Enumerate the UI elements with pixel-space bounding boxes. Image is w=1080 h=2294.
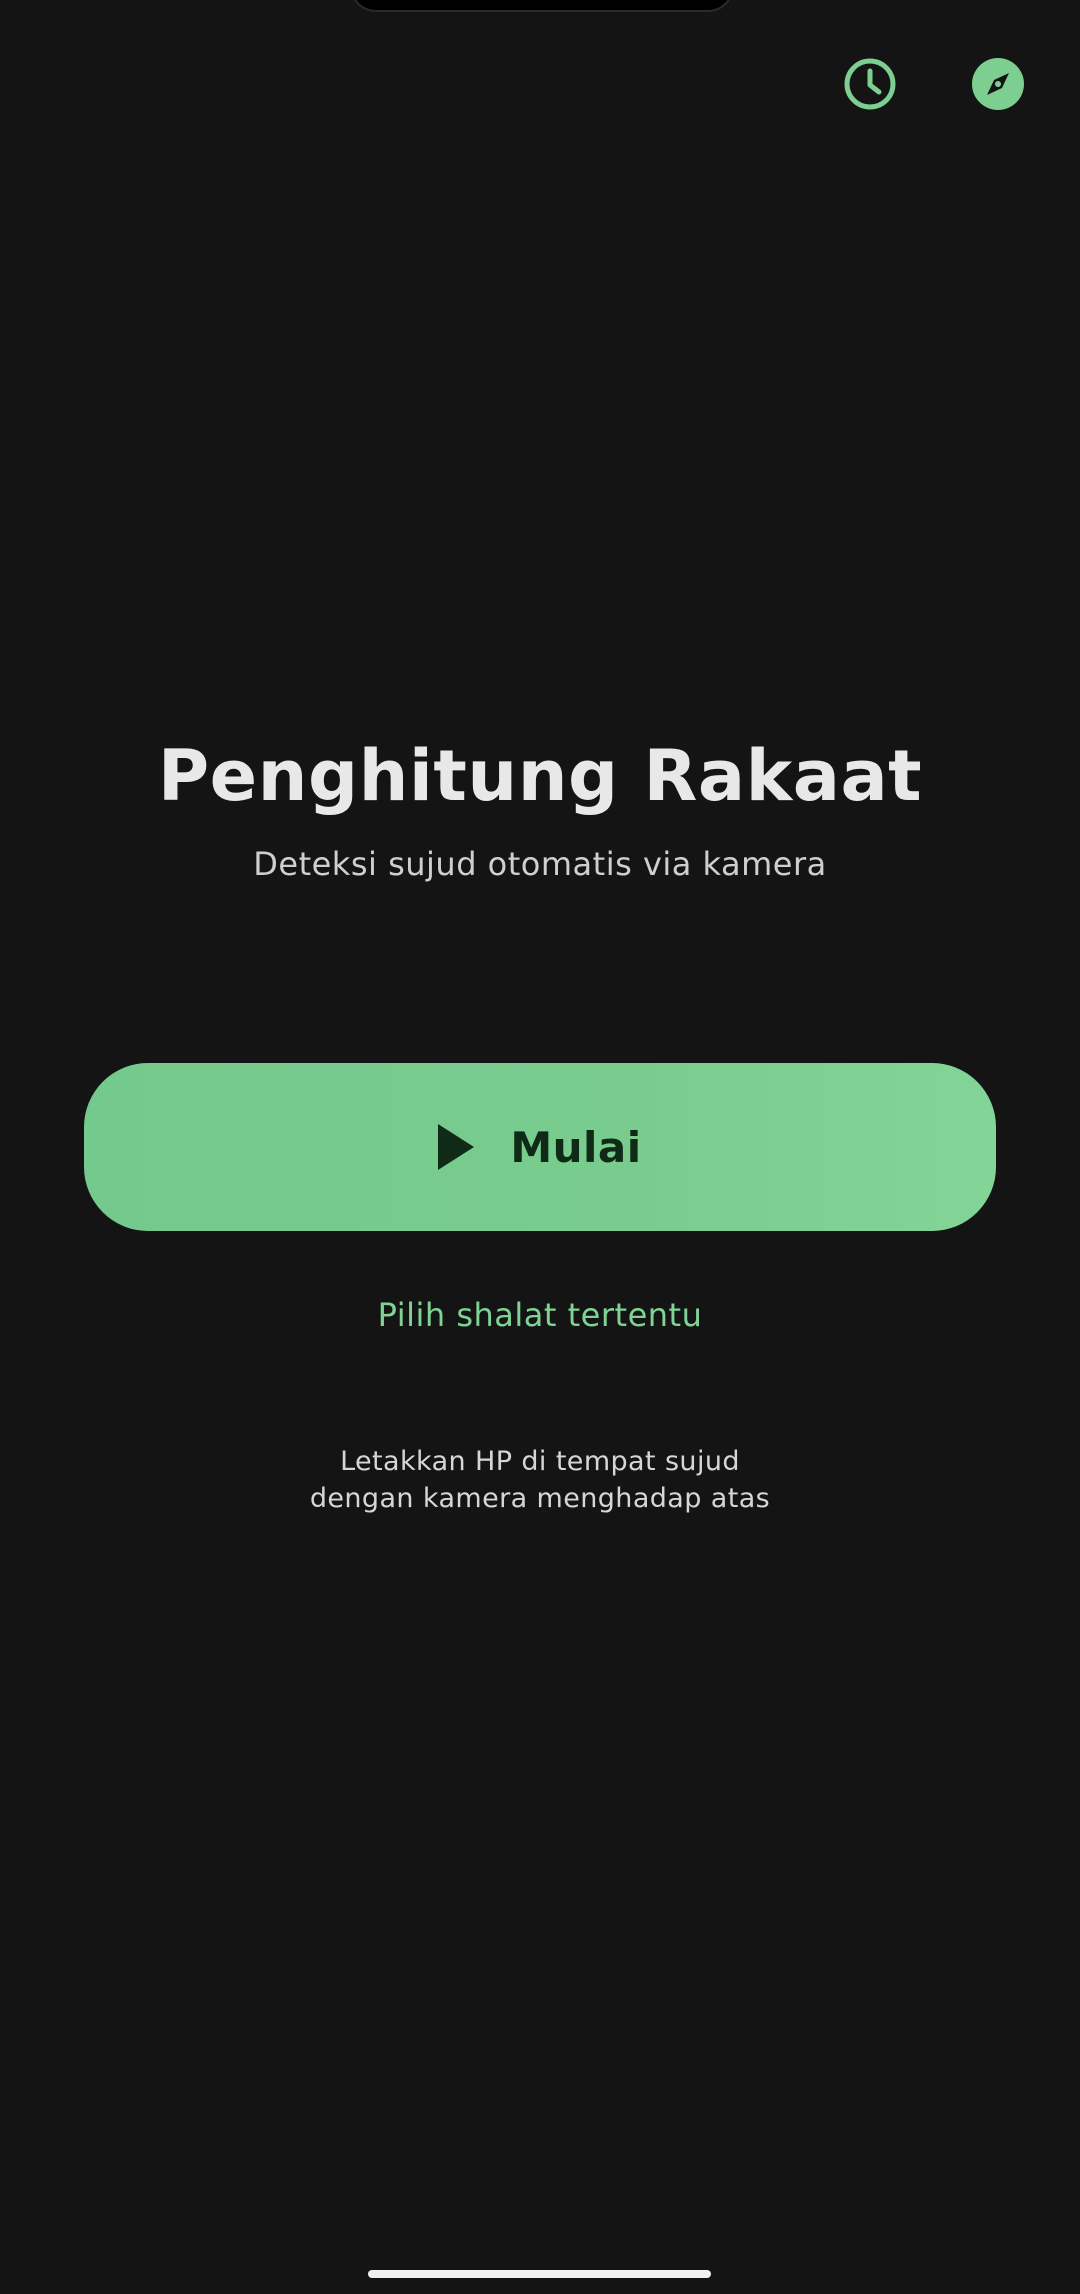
home-indicator[interactable] [368,2270,711,2278]
pick-prayer-link-row: Pilih shalat tertentu [0,1296,1080,1334]
placement-hint: Letakkan HP di tempat sujud dengan kamer… [0,1443,1080,1517]
hint-line-1: Letakkan HP di tempat sujud [340,1446,740,1477]
start-button-label: Mulai [510,1122,642,1172]
hero: Penghitung Rakaat Deteksi sujud otomatis… [0,735,1080,883]
page-title: Penghitung Rakaat [157,735,923,817]
camera-notch [350,0,734,12]
history-button[interactable] [842,56,898,112]
top-actions [842,56,1026,112]
page-subtitle: Deteksi sujud otomatis via kamera [253,845,827,883]
clock-icon [844,58,896,110]
pick-prayer-link[interactable]: Pilih shalat tertentu [378,1296,703,1334]
compass-icon [972,58,1024,110]
qibla-button[interactable] [970,56,1026,112]
hint-line-2: dengan kamera menghadap atas [309,1483,771,1514]
start-button[interactable]: Mulai [84,1063,996,1231]
play-icon [438,1124,475,1170]
